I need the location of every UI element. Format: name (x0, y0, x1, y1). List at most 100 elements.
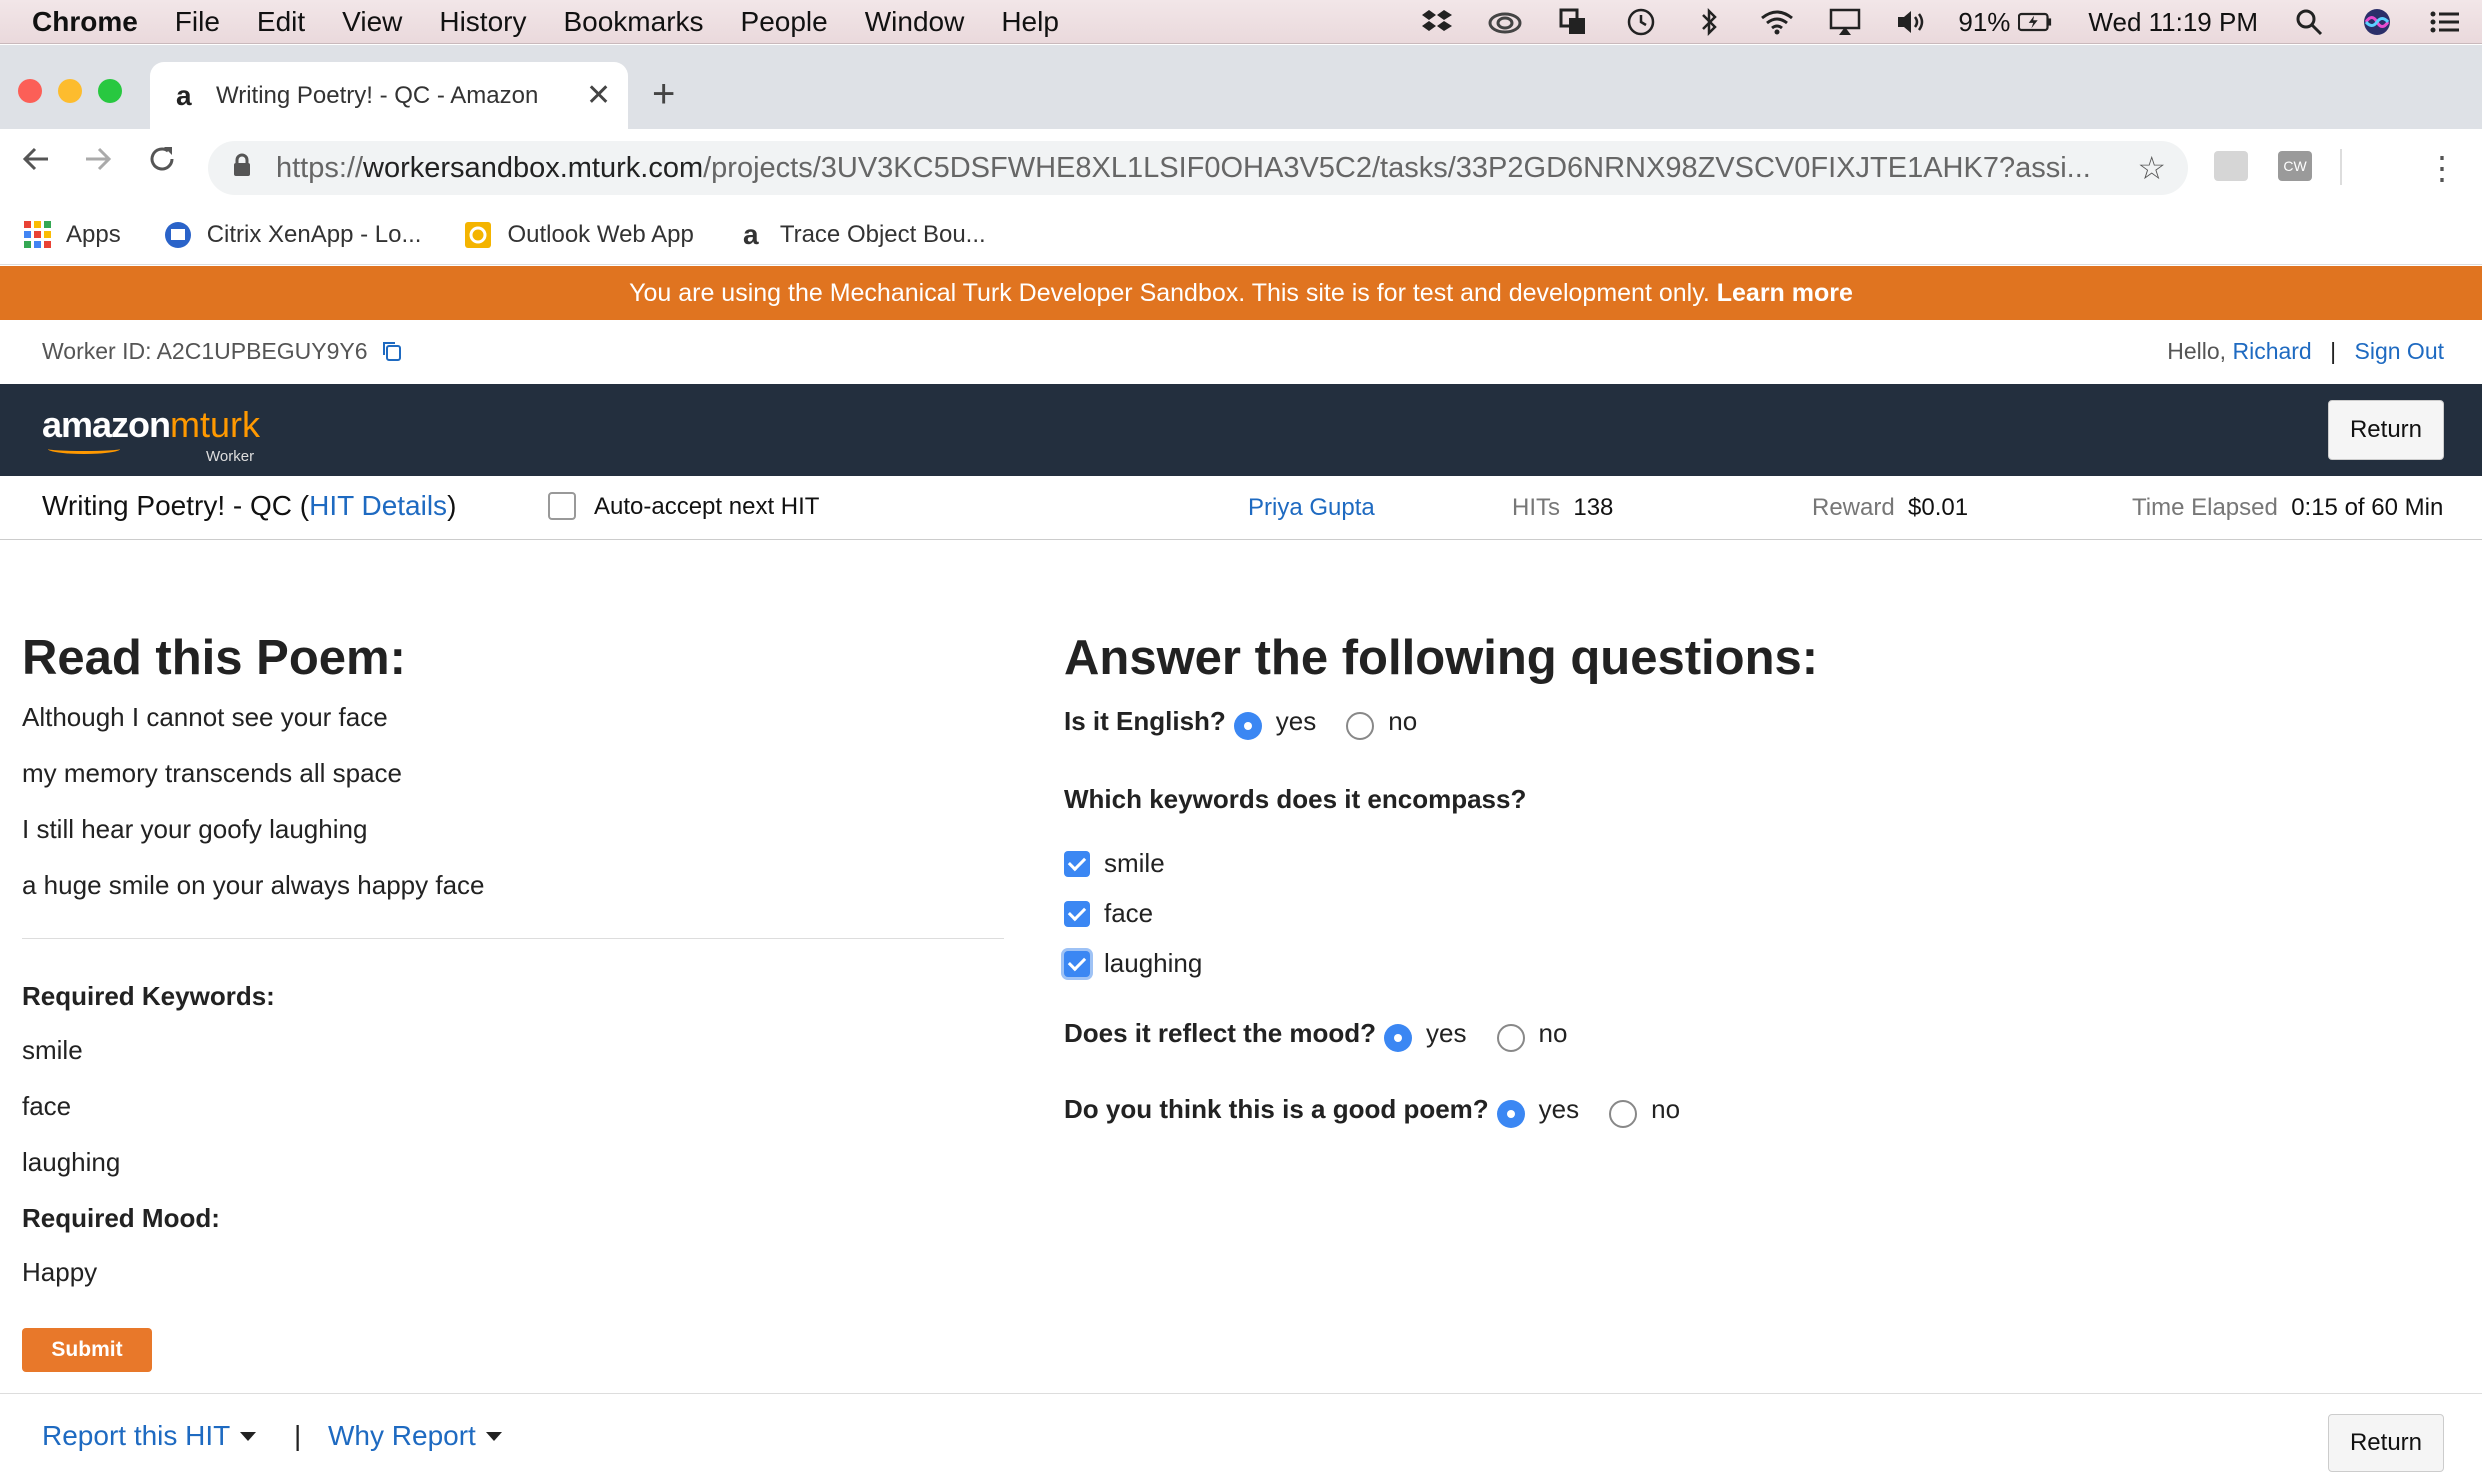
keyword-checkbox-face[interactable]: face (1064, 898, 1153, 929)
english-no-radio[interactable] (1346, 711, 1375, 740)
creative-cloud-icon[interactable] (1488, 7, 1522, 37)
chrome-menu-icon[interactable]: ⋮ (2426, 149, 2458, 187)
amazon-mturk-logo[interactable]: amazonmturk Worker (42, 404, 260, 465)
battery-charging-icon[interactable] (2018, 7, 2052, 37)
requester-link[interactable]: Priya Gupta (1248, 494, 1375, 522)
menu-view[interactable]: View (342, 6, 402, 38)
english-yes-radio[interactable] (1233, 711, 1262, 740)
wifi-icon[interactable] (1760, 7, 1794, 37)
radio-label-yes: yes (1275, 706, 1317, 736)
report-hit-dropdown[interactable]: Report this HIT (42, 1420, 257, 1452)
footer-return-button[interactable]: Return (2328, 1414, 2444, 1472)
required-mood-value: Happy (22, 1257, 98, 1287)
bookmark-apps[interactable]: Apps (20, 220, 121, 250)
tab-close-icon[interactable]: ✕ (586, 78, 611, 113)
user-name-link[interactable]: Richard (2232, 338, 2311, 364)
window-minimize-button[interactable] (58, 79, 82, 103)
sign-out-link[interactable]: Sign Out (2355, 338, 2445, 364)
amazon-favicon-icon: a (743, 218, 759, 250)
section-divider (22, 938, 1004, 939)
bookmark-citrix[interactable]: Citrix XenApp - Lo... (161, 220, 421, 250)
dropbox-icon[interactable] (1420, 7, 1454, 37)
poem-line: I still hear your goofy laughing (22, 814, 368, 844)
radio-label-no: no (1651, 1094, 1681, 1124)
hit-info-bar: Writing Poetry! - QC (HIT Details) Auto-… (0, 476, 2482, 540)
menu-edit[interactable]: Edit (257, 6, 305, 38)
reload-icon[interactable] (146, 143, 178, 184)
menu-people[interactable]: People (741, 6, 828, 38)
airplay-icon[interactable] (1828, 7, 1862, 37)
address-bar[interactable]: https://workersandbox.mturk.com/projects… (208, 141, 2188, 195)
submit-button[interactable]: Submit (22, 1328, 152, 1372)
account-links: Hello, Richard | Sign Out (2167, 338, 2444, 365)
window-close-button[interactable] (18, 79, 42, 103)
auto-accept-toggle[interactable]: Auto-accept next HIT (548, 492, 819, 521)
radio-label-yes: yes (1426, 1018, 1467, 1048)
good-yes-radio[interactable] (1496, 1099, 1525, 1128)
battery-percent: 91% (1958, 6, 2011, 37)
volume-icon[interactable] (1896, 7, 1930, 37)
good-no-radio[interactable] (1609, 1099, 1638, 1128)
hits-count: HITs 138 (1512, 494, 1614, 521)
account-separator: | (2330, 338, 2337, 364)
poem-line: a huge smile on your always happy face (22, 870, 485, 900)
bluetooth-icon[interactable] (1692, 7, 1726, 37)
spotlight-search-icon[interactable] (2292, 7, 2326, 37)
learn-more-link[interactable]: Learn more (1717, 279, 1853, 307)
browser-tab-active[interactable]: a Writing Poetry! - QC - Amazon ✕ (150, 62, 628, 129)
required-mood-heading: Required Mood: (22, 1203, 220, 1233)
time-machine-icon[interactable] (1624, 7, 1658, 37)
back-arrow-icon[interactable] (20, 143, 52, 184)
screen-share-icon[interactable] (1556, 7, 1590, 37)
keyword-checkbox-laughing[interactable]: laughing (1064, 948, 1202, 979)
mood-no-radio[interactable] (1496, 1023, 1525, 1052)
menu-clock[interactable]: Wed 11:19 PM (2088, 7, 2258, 38)
mood-yes-radio[interactable] (1384, 1023, 1413, 1052)
menu-bookmarks[interactable]: Bookmarks (563, 6, 703, 38)
extension-cw-icon[interactable]: CW (2278, 151, 2312, 181)
question-english: Is it English? yes no (1064, 706, 1439, 740)
new-tab-button[interactable]: + (652, 72, 675, 117)
macos-menu-bar: Chrome File Edit View History Bookmarks … (0, 0, 2482, 44)
return-button[interactable]: Return (2328, 400, 2444, 460)
banner-text: You are using the Mechanical Turk Develo… (629, 279, 1710, 307)
extension-cast-icon[interactable] (2214, 151, 2248, 181)
keyword-item: laughing (22, 1147, 121, 1177)
keyword-checkbox-smile[interactable]: smile (1064, 848, 1165, 879)
checkbox-checked[interactable] (1064, 900, 1090, 927)
menu-help[interactable]: Help (1001, 6, 1059, 38)
lock-icon[interactable] (232, 153, 276, 184)
checkbox-checked[interactable] (1064, 850, 1090, 877)
forward-arrow-icon[interactable] (82, 143, 114, 184)
menu-history[interactable]: History (439, 6, 526, 38)
browser-toolbar: https://workersandbox.mturk.com/projects… (0, 129, 2482, 205)
poem-heading: Read this Poem: (22, 631, 406, 685)
why-report-dropdown[interactable]: Why Report (328, 1420, 502, 1452)
notification-center-icon[interactable] (2428, 7, 2462, 37)
reward: Reward $0.01 (1812, 494, 1969, 521)
url-text[interactable]: https://workersandbox.mturk.com/projects… (276, 152, 2136, 185)
siri-icon[interactable] (2360, 7, 2394, 37)
bookmark-label: Apps (66, 220, 121, 248)
sandbox-banner: You are using the Mechanical Turk Develo… (0, 266, 2482, 320)
question-keywords-label: Which keywords does it encompass? (1064, 784, 1527, 814)
poem-line: my memory transcends all space (22, 758, 403, 788)
caret-down-icon (485, 1432, 502, 1441)
menu-app-chrome[interactable]: Chrome (32, 6, 138, 38)
bookmark-star-icon[interactable]: ☆ (2137, 149, 2166, 187)
menu-file[interactable]: File (175, 6, 220, 38)
status-area: 91% Wed 11:19 PM (1386, 0, 2462, 44)
required-keywords-heading: Required Keywords: (22, 981, 275, 1011)
copy-icon[interactable] (380, 339, 404, 363)
auto-accept-checkbox[interactable] (548, 492, 576, 520)
questions-panel: Answer the following questions: Is it En… (1064, 630, 2264, 1128)
bookmarks-bar: Apps Citrix XenApp - Lo... Outlook Web A… (0, 205, 2482, 265)
window-zoom-button[interactable] (98, 79, 122, 103)
hit-details-link[interactable]: HIT Details (309, 490, 447, 521)
bookmark-outlook[interactable]: Outlook Web App (461, 220, 694, 250)
bookmark-trace[interactable]: a Trace Object Bou... (734, 218, 986, 250)
menu-window[interactable]: Window (865, 6, 965, 38)
keyword-item: face (22, 1091, 72, 1121)
checkbox-checked[interactable] (1064, 950, 1090, 977)
bookmark-label: Trace Object Bou... (779, 220, 986, 248)
